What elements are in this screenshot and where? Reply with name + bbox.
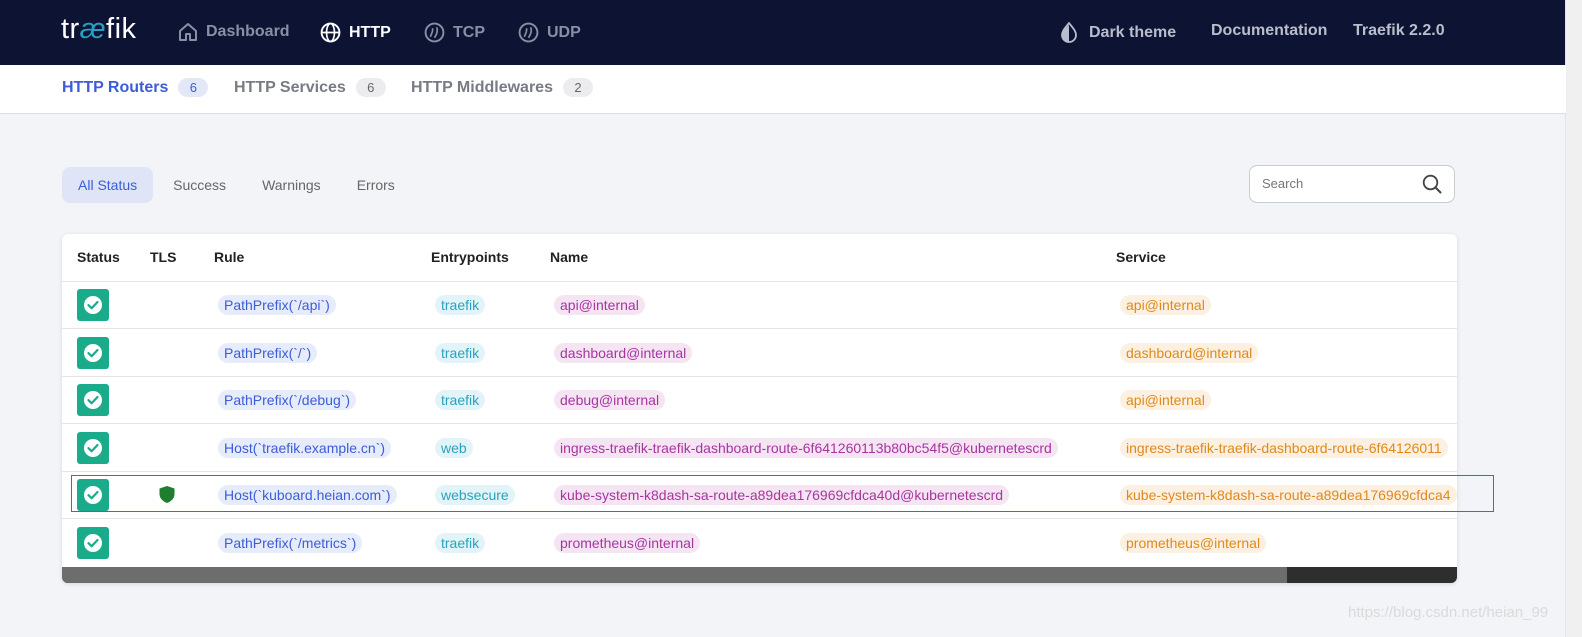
- check-circle-icon: [84, 534, 102, 552]
- horizontal-scrollbar[interactable]: [62, 567, 1457, 583]
- nav-http[interactable]: HTTP: [320, 22, 391, 43]
- horizontal-scrollbar-thumb[interactable]: [62, 567, 1287, 583]
- check-circle-icon: [84, 486, 102, 504]
- status-success-badge: [77, 289, 109, 321]
- name-chip: debug@internal: [554, 390, 666, 410]
- check-circle-icon: [84, 439, 102, 457]
- rule-chip: Host(`traefik.example.cn`): [218, 438, 392, 458]
- service-chip: kube-system-k8dash-sa-route-a89dea176969…: [1120, 485, 1457, 505]
- nav-udp-label: UDP: [547, 23, 581, 41]
- rule-chip: PathPrefix(`/metrics`): [218, 533, 363, 553]
- rule-chip: Host(`kuboard.heian.com`): [218, 485, 397, 505]
- globe-icon: [320, 22, 341, 43]
- name-chip: ingress-traefik-traefik-dashboard-route-…: [554, 438, 1058, 458]
- tab-http-routers[interactable]: HTTP Routers 6: [62, 78, 209, 97]
- entrypoint-chip: traefik: [435, 343, 486, 363]
- filter-warnings[interactable]: Warnings: [246, 167, 337, 203]
- page-scrollbar[interactable]: [1565, 0, 1582, 637]
- name-chip: kube-system-k8dash-sa-route-a89dea176969…: [554, 485, 1010, 505]
- nav-udp[interactable]: UDP: [518, 22, 581, 43]
- status-success-badge: [77, 432, 109, 464]
- logo-text-end: fik: [106, 13, 137, 45]
- table-row[interactable]: PathPrefix(`/debug`) traefik debug@inter…: [62, 376, 1457, 424]
- top-navbar: træfik Dashboard HTTP TCP UDP Dark theme…: [0, 0, 1566, 65]
- tab-http-routers-label: HTTP Routers: [62, 78, 169, 96]
- table-row[interactable]: PathPrefix(`/metrics`) traefik prometheu…: [62, 519, 1457, 566]
- header-entrypoints[interactable]: Entrypoints: [431, 249, 509, 265]
- tab-http-services-label: HTTP Services: [234, 78, 346, 96]
- entrypoint-chip: traefik: [435, 390, 486, 410]
- logo-text-ae: æ: [79, 13, 107, 45]
- entrypoint-chip: web: [435, 438, 473, 458]
- entrypoint-chip: traefik: [435, 533, 486, 553]
- table-row[interactable]: Host(`traefik.example.cn`) web ingress-t…: [62, 424, 1457, 472]
- filter-all-status[interactable]: All Status: [62, 167, 154, 203]
- logo-text-start: tr: [61, 13, 80, 45]
- nav-dashboard-label: Dashboard: [206, 23, 290, 40]
- status-success-badge: [77, 527, 109, 559]
- nav-tcp[interactable]: TCP: [424, 22, 485, 43]
- name-chip: api@internal: [554, 295, 645, 315]
- documentation-label: Documentation: [1211, 22, 1328, 39]
- entrypoint-chip: traefik: [435, 295, 486, 315]
- nav-tcp-label: TCP: [453, 23, 485, 41]
- nav-http-label: HTTP: [349, 23, 391, 41]
- header-rule[interactable]: Rule: [214, 249, 244, 265]
- traefik-logo[interactable]: træfik: [61, 13, 137, 46]
- tcp-icon: [424, 22, 445, 43]
- name-chip: prometheus@internal: [554, 533, 701, 553]
- udp-icon: [518, 22, 539, 43]
- service-chip: dashboard@internal: [1120, 343, 1259, 363]
- tab-http-services[interactable]: HTTP Services 6: [234, 78, 386, 97]
- droplet-icon: [1061, 22, 1077, 43]
- header-name[interactable]: Name: [550, 249, 588, 265]
- dark-theme-label: Dark theme: [1089, 24, 1177, 41]
- nav-dashboard[interactable]: Dashboard: [178, 22, 290, 42]
- watermark-text: https://blog.csdn.net/heian_99: [1348, 604, 1549, 621]
- documentation-link[interactable]: Documentation: [1211, 22, 1327, 40]
- version-label: Traefik 2.2.0: [1353, 22, 1445, 40]
- sub-navbar: HTTP Routers 6 HTTP Services 6 HTTP Midd…: [0, 65, 1566, 114]
- tab-http-services-count: 6: [355, 78, 386, 97]
- home-icon: [179, 23, 197, 41]
- search-icon[interactable]: [1422, 174, 1442, 194]
- check-circle-icon: [84, 296, 102, 314]
- entrypoint-chip: websecure: [435, 485, 515, 505]
- search-input[interactable]: [1260, 175, 1414, 192]
- service-chip: ingress-traefik-traefik-dashboard-route-…: [1120, 438, 1448, 458]
- dark-theme-toggle[interactable]: Dark theme: [1059, 22, 1176, 44]
- filter-errors[interactable]: Errors: [341, 167, 411, 203]
- name-chip: dashboard@internal: [554, 343, 693, 363]
- tab-http-middlewares-count: 2: [562, 78, 593, 97]
- header-tls[interactable]: TLS: [150, 249, 176, 265]
- search-box: [1249, 165, 1455, 203]
- tab-http-middlewares[interactable]: HTTP Middlewares 2: [411, 78, 593, 97]
- status-success-badge: [77, 384, 109, 416]
- filter-success[interactable]: Success: [157, 167, 242, 203]
- check-circle-icon: [84, 391, 102, 409]
- table-row[interactable]: Host(`kuboard.heian.com`) websecure kube…: [62, 471, 1457, 519]
- rule-chip: PathPrefix(`/`): [218, 343, 318, 363]
- table-header: Status TLS Rule Entrypoints Name Service: [62, 234, 1457, 282]
- service-chip: prometheus@internal: [1120, 533, 1267, 553]
- tab-http-middlewares-label: HTTP Middlewares: [411, 78, 553, 96]
- check-circle-icon: [84, 344, 102, 362]
- table-row[interactable]: PathPrefix(`/api`) traefik api@internal …: [62, 281, 1457, 329]
- table-row[interactable]: PathPrefix(`/`) traefik dashboard@intern…: [62, 329, 1457, 377]
- shield-icon: [159, 486, 175, 503]
- service-chip: api@internal: [1120, 390, 1211, 410]
- routers-table: Status TLS Rule Entrypoints Name Service…: [62, 234, 1457, 583]
- status-success-badge: [77, 479, 109, 511]
- tab-http-routers-count: 6: [178, 78, 209, 97]
- header-service[interactable]: Service: [1116, 249, 1166, 265]
- rule-chip: PathPrefix(`/api`): [218, 295, 336, 315]
- header-status[interactable]: Status: [77, 249, 120, 265]
- status-filter-group: All Status Success Warnings Errors: [62, 167, 411, 203]
- service-chip: api@internal: [1120, 295, 1211, 315]
- status-success-badge: [77, 337, 109, 369]
- rule-chip: PathPrefix(`/debug`): [218, 390, 357, 410]
- version-text: Traefik 2.2.0: [1353, 22, 1445, 39]
